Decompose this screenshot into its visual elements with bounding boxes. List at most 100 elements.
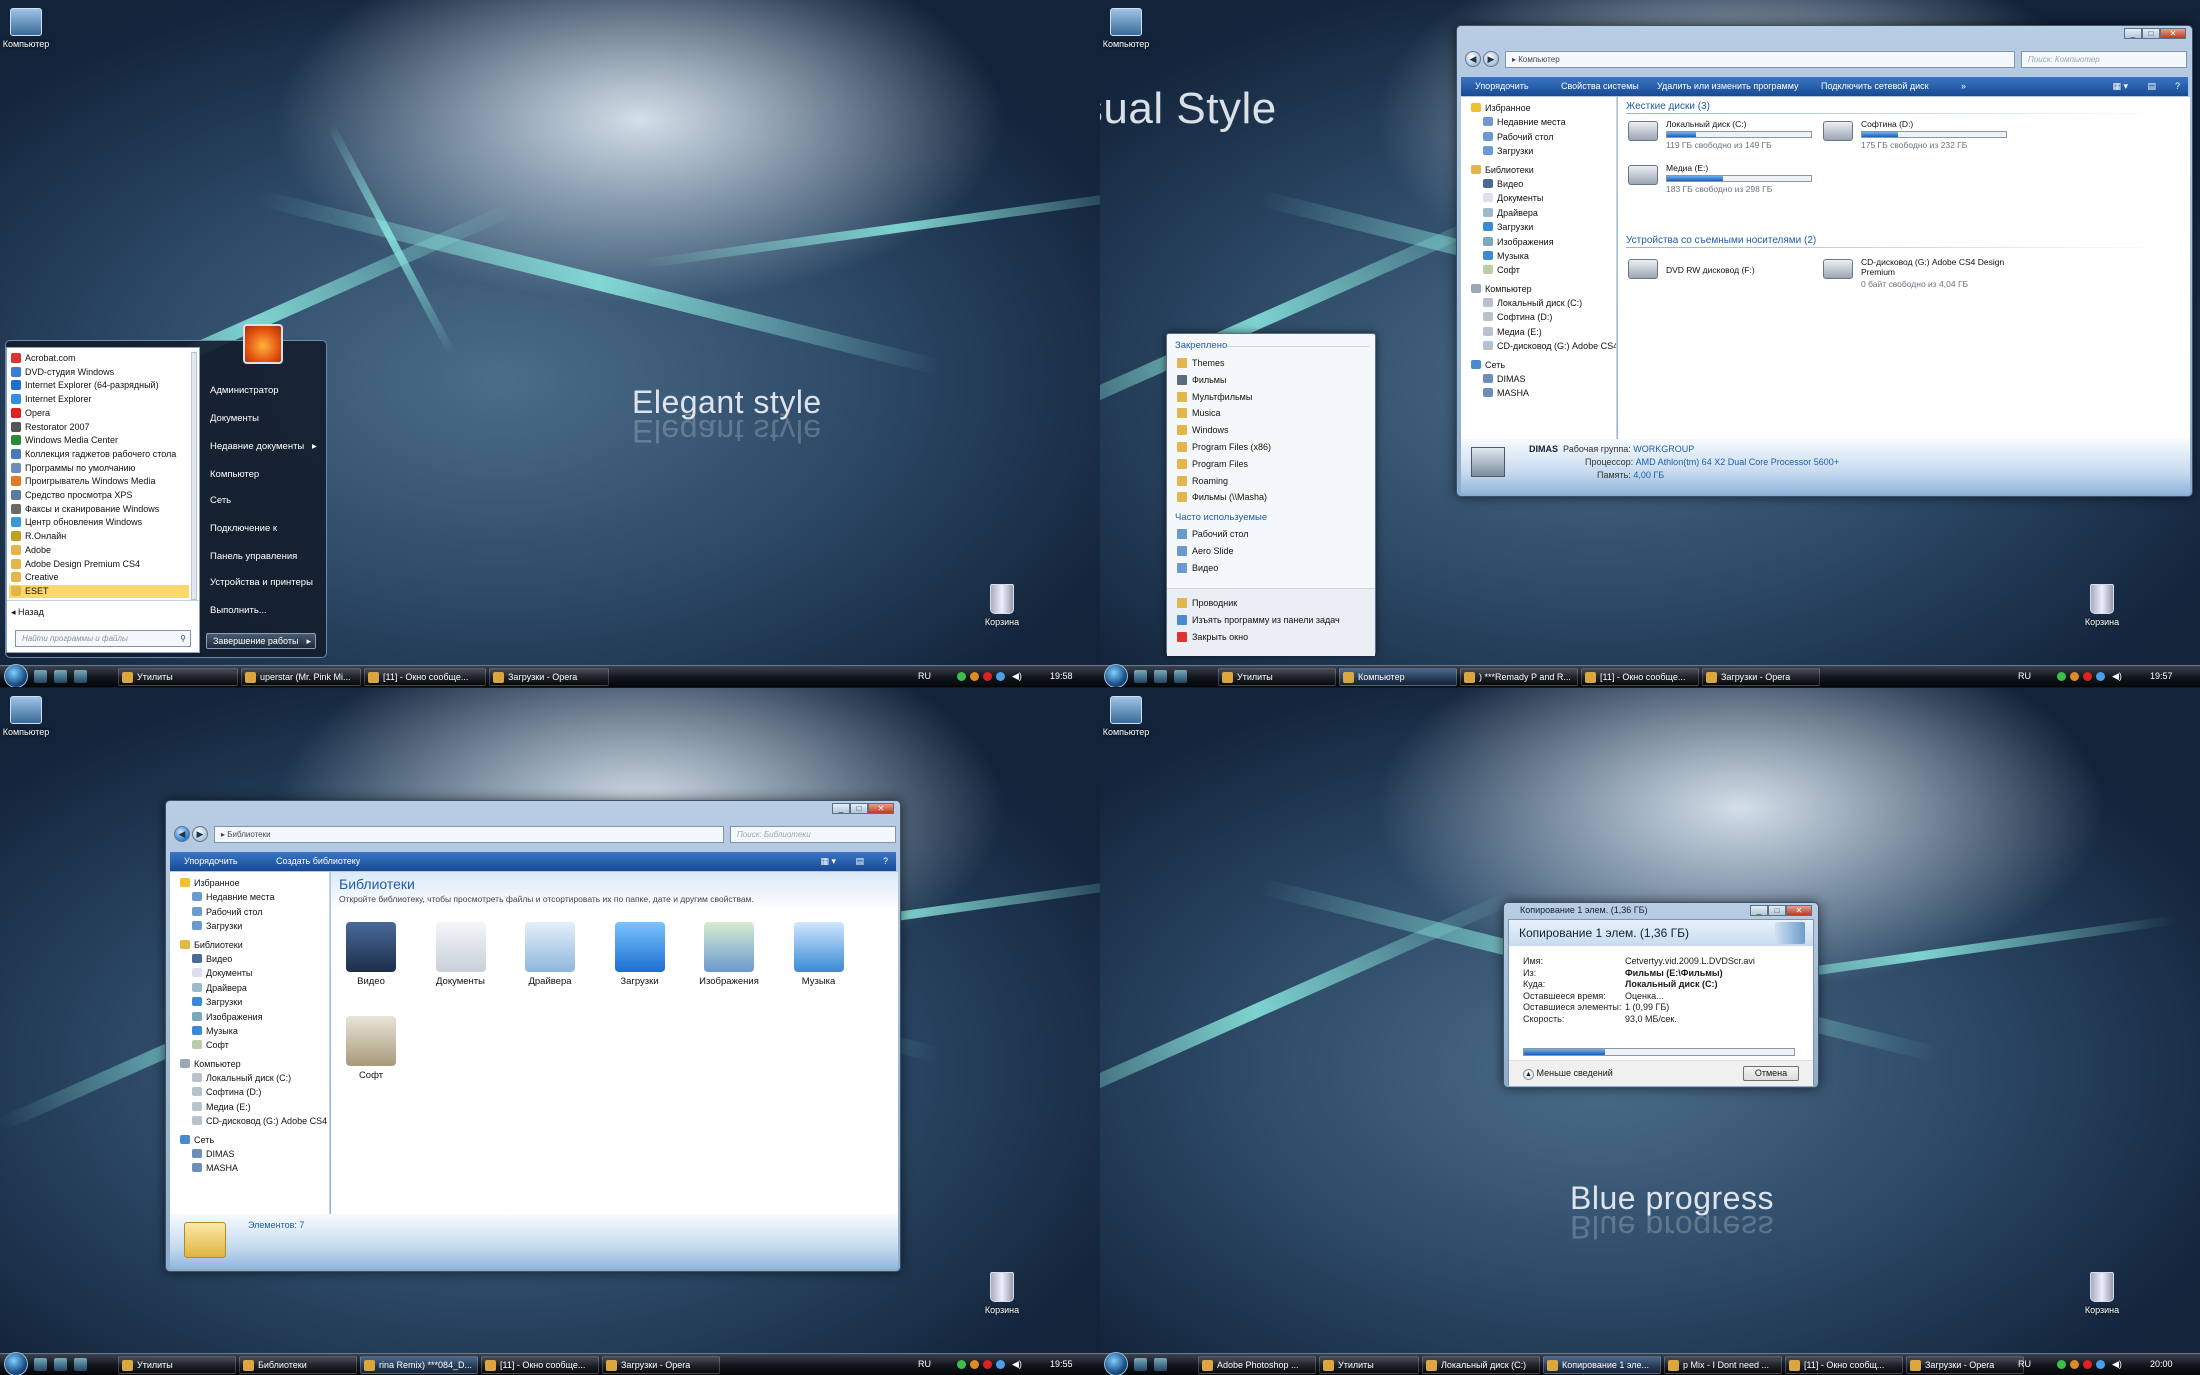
search-input[interactable]: Поиск: Компьютер <box>2021 51 2187 68</box>
volume-icon[interactable]: ◀) <box>1012 1356 1022 1372</box>
start-right-item[interactable]: Устройства и принтеры <box>210 577 313 588</box>
taskbar-button[interactable]: uperstar (Mr. Pink Mi... <box>241 668 361 686</box>
nav-item[interactable]: Музыка <box>1461 249 1616 263</box>
language-indicator[interactable]: RU <box>918 1356 931 1372</box>
jump-item[interactable]: Themes <box>1177 358 1225 368</box>
start-right-item[interactable]: Выполнить... <box>210 605 267 616</box>
tray-security-icon[interactable] <box>2083 1360 2092 1369</box>
nav-item[interactable]: CD-дисковод (G:) Adobe CS4 D <box>1461 339 1616 353</box>
nav-item[interactable]: Видео <box>170 952 329 966</box>
taskbar-button[interactable]: ) ***Remady P and R... <box>1460 668 1578 686</box>
volume-icon[interactable]: ◀) <box>1012 668 1022 684</box>
maximize-button[interactable]: □ <box>1768 905 1786 916</box>
program-item[interactable]: Windows Media Center <box>11 434 118 447</box>
library-item[interactable]: Музыка <box>784 922 854 987</box>
tray-app-icon[interactable] <box>2096 1360 2105 1369</box>
volume-icon[interactable]: ◀) <box>2112 1356 2122 1372</box>
start-button[interactable] <box>1104 664 1128 687</box>
start-right-item[interactable]: Документы <box>210 413 259 424</box>
taskbar-button[interactable]: Утилиты <box>1218 668 1336 686</box>
quicklaunch-switch-icon[interactable] <box>74 670 87 683</box>
command-button[interactable]: Свойства системы <box>1561 77 1639 96</box>
nav-item[interactable]: Локальный диск (C:) <box>1461 296 1616 310</box>
tray-update-icon[interactable] <box>2070 1360 2079 1369</box>
nav-item[interactable]: Софт <box>1461 263 1616 277</box>
jump-item[interactable]: Windows <box>1177 425 1229 436</box>
nav-favorites[interactable]: Избранное <box>170 876 329 890</box>
nav-item[interactable]: Медиа (E:) <box>170 1100 329 1114</box>
nav-item[interactable]: Документы <box>1461 191 1616 205</box>
computer-desktop-icon[interactable]: Компьютер <box>1102 8 1150 49</box>
language-indicator[interactable]: RU <box>918 668 931 684</box>
nav-item[interactable]: Рабочий стол <box>1461 130 1616 144</box>
forward-button[interactable]: ▶ <box>192 826 208 842</box>
library-item[interactable]: Драйвера <box>515 922 585 987</box>
close-button[interactable]: ✕ <box>2160 28 2186 39</box>
quicklaunch-explorer-icon[interactable] <box>1154 670 1167 683</box>
view-options-icon[interactable]: ▦ ▾ <box>2112 77 2128 96</box>
quicklaunch-explorer-icon[interactable] <box>54 670 67 683</box>
library-item[interactable]: Изображения <box>694 922 764 987</box>
quicklaunch-switch-icon[interactable] <box>1174 670 1187 683</box>
quicklaunch-desktop-icon[interactable] <box>34 670 47 683</box>
quicklaunch-explorer-icon[interactable] <box>1154 1358 1167 1371</box>
clock[interactable]: 19:57 <box>2150 668 2173 684</box>
start-button[interactable] <box>1104 1352 1128 1375</box>
command-button[interactable]: Удалить или изменить программу <box>1657 77 1798 96</box>
program-item[interactable]: Internet Explorer (64-разрядный) <box>11 379 159 392</box>
nav-item[interactable]: Медиа (E:) <box>1461 325 1616 339</box>
maximize-button[interactable]: □ <box>2142 28 2160 39</box>
back-link[interactable]: ◂ Назад <box>11 606 44 619</box>
nav-item[interactable]: Недавние места <box>1461 115 1616 129</box>
start-right-item[interactable]: Панель управления <box>210 551 297 562</box>
forward-button[interactable]: ▶ <box>1483 51 1499 67</box>
jump-item[interactable]: Aero Slide <box>1177 545 1234 556</box>
nav-item[interactable]: MASHA <box>1461 386 1616 400</box>
library-item[interactable]: Документы <box>426 922 496 987</box>
nav-item[interactable]: Драйвера <box>1461 206 1616 220</box>
command-button[interactable]: Создать библиотеку <box>276 852 360 871</box>
tray-app-icon[interactable] <box>2096 672 2105 681</box>
tray-network-icon[interactable] <box>2057 672 2066 681</box>
command-button[interactable]: Упорядочить <box>1475 77 1529 96</box>
nav-libraries[interactable]: Библиотеки <box>1461 163 1616 177</box>
taskbar-button[interactable]: rina Remix) ***084_D... <box>360 1356 478 1374</box>
nav-libraries[interactable]: Библиотеки <box>170 938 329 952</box>
program-item[interactable]: Restorator 2007 <box>11 421 90 434</box>
recycle-bin-icon[interactable]: Корзина <box>978 1272 1026 1315</box>
nav-item[interactable]: Софт <box>170 1038 329 1052</box>
minimize-button[interactable]: _ <box>832 803 850 814</box>
nav-item[interactable]: Драйвера <box>170 981 329 995</box>
clock[interactable]: 20:00 <box>2150 1356 2173 1372</box>
program-item[interactable]: Коллекция гаджетов рабочего стола <box>11 448 176 461</box>
jump-task[interactable]: Закрыть окно <box>1177 631 1248 642</box>
volume-icon[interactable]: ◀) <box>2112 668 2122 684</box>
nav-item[interactable]: DIMAS <box>170 1147 329 1161</box>
program-item[interactable]: Adobe Design Premium CS4 <box>11 558 140 571</box>
recycle-bin-icon[interactable]: Корзина <box>2078 584 2126 627</box>
program-item[interactable]: Creative <box>11 571 59 584</box>
start-button[interactable] <box>4 664 28 687</box>
tray-security-icon[interactable] <box>983 1360 992 1369</box>
taskbar-button[interactable]: Копирование 1 эле... <box>1543 1356 1661 1374</box>
jump-item[interactable]: Рабочий стол <box>1177 529 1249 539</box>
program-item[interactable]: Adobe <box>11 544 51 557</box>
taskbar-button[interactable]: Библиотеки <box>239 1356 357 1374</box>
preview-pane-icon[interactable]: ▤ <box>2147 77 2156 96</box>
recycle-bin-icon[interactable]: Корзина <box>978 584 1026 627</box>
jump-item[interactable]: Фильмы (\\Masha) <box>1177 492 1267 503</box>
nav-item[interactable]: Музыка <box>170 1024 329 1038</box>
tray-network-icon[interactable] <box>957 672 966 681</box>
tray-update-icon[interactable] <box>2070 672 2079 681</box>
nav-item[interactable]: Изображения <box>1461 235 1616 249</box>
quicklaunch-switch-icon[interactable] <box>74 1358 87 1371</box>
taskbar-button[interactable]: p Mix - I Dont need ... <box>1664 1356 1782 1374</box>
search-input[interactable]: Поиск: Библиотеки <box>730 826 896 843</box>
close-button[interactable]: ✕ <box>1786 905 1812 916</box>
start-right-item[interactable]: Компьютер <box>210 469 259 480</box>
removable-group-title[interactable]: Устройства со съемными носителями (2) <box>1626 235 1816 246</box>
shutdown-button[interactable]: Завершение работы ▸ <box>206 633 316 649</box>
taskbar-button[interactable]: Утилиты <box>118 1356 236 1374</box>
quicklaunch-explorer-icon[interactable] <box>54 1358 67 1371</box>
quicklaunch-desktop-icon[interactable] <box>1134 670 1147 683</box>
